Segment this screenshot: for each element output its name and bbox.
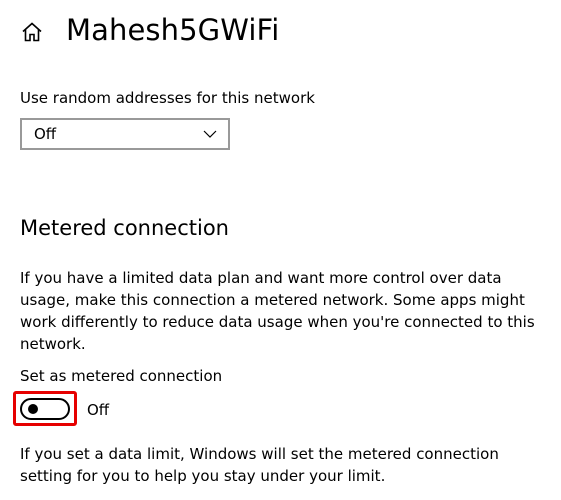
- dropdown-selected-value: Off: [34, 125, 57, 143]
- metered-toggle-label: Set as metered connection: [20, 367, 223, 385]
- toggle-knob: [28, 403, 38, 414]
- home-icon[interactable]: [18, 18, 46, 46]
- toggle-state-text: Off: [87, 401, 110, 419]
- toggle-highlight: [13, 391, 77, 426]
- chevron-down-icon: [202, 128, 218, 140]
- metered-description: If you have a limited data plan and want…: [20, 269, 535, 353]
- metered-section-title: Metered connection: [20, 216, 229, 240]
- page-title: Mahesh5GWiFi: [66, 12, 280, 47]
- metered-toggle[interactable]: [20, 397, 70, 420]
- random-addresses-label: Use random addresses for this network: [20, 89, 315, 107]
- settings-page: Mahesh5GWiFi Use random addresses for th…: [0, 0, 561, 500]
- random-addresses-dropdown[interactable]: Off: [20, 118, 230, 150]
- data-limit-info: If you set a data limit, Windows will se…: [20, 445, 499, 485]
- header: Mahesh5GWiFi: [18, 8, 279, 52]
